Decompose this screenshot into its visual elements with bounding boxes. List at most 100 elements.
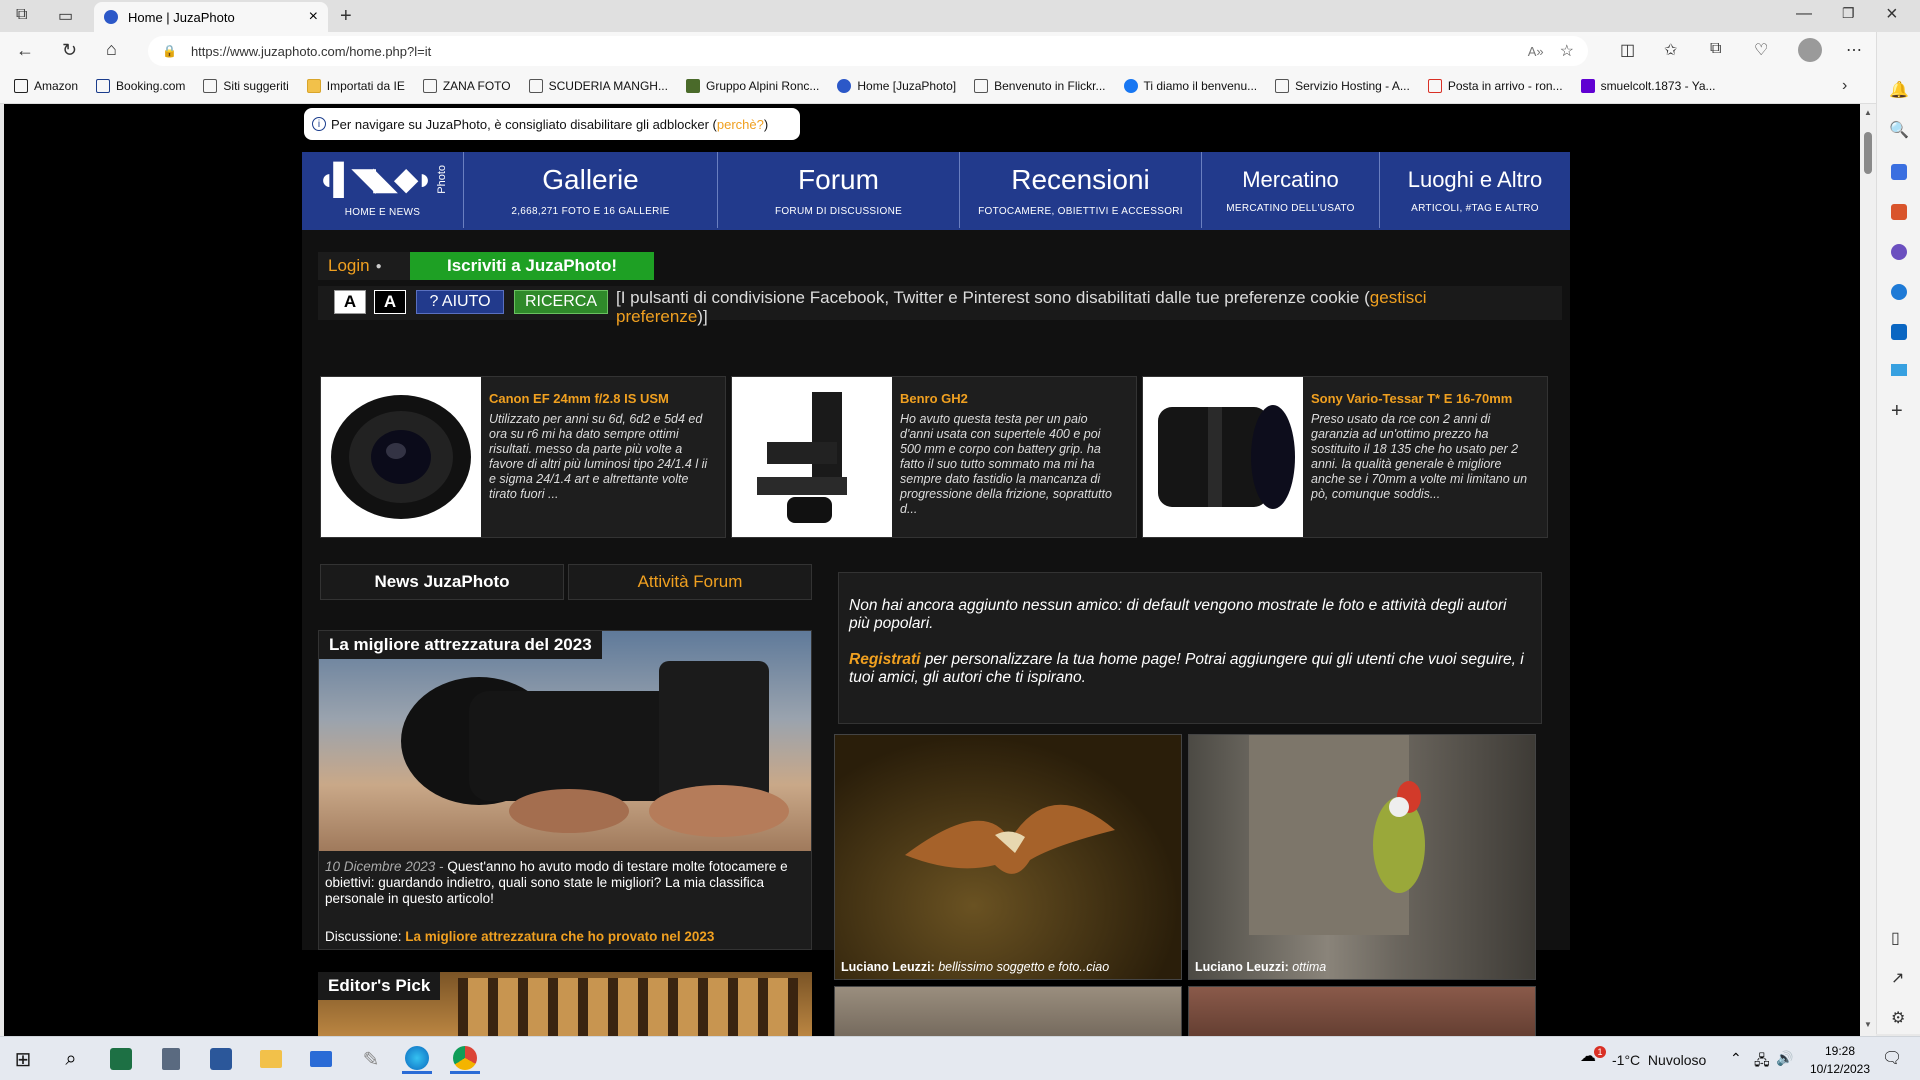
bookmark-amazon[interactable]: Amazon [14, 79, 78, 93]
cookie-manage-link[interactable]: gestisci [1370, 288, 1427, 307]
adblock-why-link[interactable]: perchè? [717, 117, 764, 132]
photo-tile[interactable]: Luciano Leuzzi: bellissimo soggetto e fo… [834, 734, 1182, 980]
nav-gallerie[interactable]: Gallerie 2,668,271 FOTO E 16 GALLERIE [464, 152, 718, 228]
bookmark-yahoo[interactable]: smuelcolt.1873 - Ya... [1580, 79, 1716, 93]
network-icon[interactable]: 🖧 [1754, 1050, 1770, 1074]
sidebar-settings-gear-icon[interactable]: ⚙ [1891, 1008, 1905, 1028]
scroll-up-icon[interactable]: ▲ [1864, 108, 1872, 117]
photo-tile[interactable]: Luciano Leuzzi: ottima [1188, 734, 1536, 980]
workspaces-icon[interactable]: ⧉ [16, 6, 27, 24]
cookie-preferences-link[interactable]: preferenze [616, 307, 697, 326]
search-button[interactable]: RICERCA [514, 290, 608, 314]
review-title[interactable]: Sony Vario-Tessar T* E 16-70mm [1311, 391, 1533, 406]
discussion-link[interactable]: La migliore attrezzatura che ho provato … [405, 929, 714, 944]
microsoft365-icon[interactable] [1891, 284, 1907, 300]
read-aloud-icon[interactable]: A» [1528, 44, 1544, 59]
add-sidebar-app-icon[interactable]: + [1891, 400, 1903, 423]
send-icon[interactable] [1891, 364, 1907, 376]
clock-time[interactable]: 19:28 [1812, 1044, 1868, 1058]
scroll-down-icon[interactable]: ▼ [1864, 1020, 1872, 1029]
file-explorer-icon[interactable] [260, 1050, 282, 1068]
feather-app-icon[interactable]: ✎ [356, 1044, 386, 1074]
calculator-icon[interactable] [162, 1048, 180, 1070]
windows-start-icon[interactable]: ⊞ [8, 1044, 38, 1074]
photo-tile[interactable] [834, 986, 1182, 1036]
sidebar-search-icon[interactable]: 🔍 [1889, 120, 1909, 140]
edge-icon[interactable] [405, 1045, 429, 1070]
review-title[interactable]: Canon EF 24mm f/2.8 IS USM [489, 391, 711, 406]
tab-news[interactable]: News JuzaPhoto [320, 564, 564, 600]
notification-center-icon[interactable]: 🗨 [1882, 1048, 1902, 1068]
bookmark-facebook[interactable]: Ti diamo il benvenu... [1123, 79, 1257, 93]
bookmark-hosting[interactable]: Servizio Hosting - A... [1275, 79, 1410, 93]
home-icon[interactable]: ⌂ [106, 39, 117, 60]
tab-actions-icon[interactable]: ▭ [58, 6, 73, 26]
bookmark-scuderia[interactable]: SCUDERIA MANGH... [528, 79, 668, 93]
more-menu-icon[interactable]: ⋯ [1846, 40, 1862, 60]
back-icon[interactable]: ← [16, 40, 34, 61]
tab-forum-activity[interactable]: Attività Forum [568, 564, 812, 600]
nav-home[interactable]: ◖▌◥◣◆◗ Photo HOME E NEWS [302, 152, 464, 228]
browser-tab-active[interactable]: Home | JuzaPhoto × [94, 2, 328, 32]
photo-tile[interactable] [1188, 986, 1536, 1036]
lock-icon[interactable]: 🔒 [162, 44, 177, 58]
favorite-star-icon[interactable]: ☆ [1560, 41, 1574, 61]
bookmarks-overflow-chevron-icon[interactable]: › [1842, 77, 1847, 95]
profile-avatar[interactable] [1798, 38, 1822, 62]
volume-icon[interactable]: 🔊 [1776, 1050, 1793, 1067]
browser-essentials-icon[interactable]: ♡ [1754, 40, 1768, 60]
restore-icon[interactable]: ❐ [1842, 5, 1855, 22]
bookmark-gruppo-alpini[interactable]: Gruppo Alpini Ronc... [685, 79, 819, 93]
news-title[interactable]: La migliore attrezzatura del 2023 [319, 631, 602, 659]
nav-mercatino[interactable]: Mercatino MERCATINO DELL'USATO [1202, 152, 1380, 228]
excel-icon[interactable] [110, 1048, 132, 1070]
favorites-icon[interactable]: ✩ [1664, 40, 1677, 60]
outlook-icon[interactable] [1891, 324, 1907, 340]
taskbar-search-icon[interactable]: ⌕ [56, 1044, 86, 1074]
tools-icon[interactable] [1891, 204, 1907, 220]
clock-date[interactable]: 10/12/2023 [1806, 1062, 1874, 1076]
refresh-icon[interactable]: ↻ [62, 40, 77, 61]
weather-text[interactable]: -1°C Nuvoloso [1612, 1052, 1706, 1068]
sidebar-layout-icon[interactable]: ▯ [1891, 928, 1900, 948]
split-screen-icon[interactable]: ◫ [1620, 40, 1635, 60]
help-button[interactable]: ? AIUTO [416, 290, 504, 314]
minimize-icon[interactable]: — [1796, 5, 1812, 23]
url-field[interactable]: 🔒 https://www.juzaphoto.com/home.php?l=i… [148, 36, 1588, 66]
review-card[interactable]: Benro GH2 Ho avuto questa testa per un pa… [731, 376, 1137, 538]
shopping-icon[interactable] [1891, 164, 1907, 180]
window-close-icon[interactable]: × [1886, 3, 1898, 26]
scroll-thumb[interactable] [1864, 132, 1872, 174]
bookmark-flickr[interactable]: Benvenuto in Flickr... [974, 79, 1106, 93]
nav-recensioni[interactable]: Recensioni FOTOCAMERE, OBIETTIVI E ACCESS… [960, 152, 1202, 228]
new-tab-icon[interactable]: + [340, 5, 352, 28]
notifications-icon[interactable]: 🔔 [1889, 80, 1909, 100]
tab-close-icon[interactable]: × [309, 8, 318, 26]
chrome-icon[interactable] [453, 1045, 477, 1070]
font-normal-button[interactable]: A [334, 290, 366, 314]
review-card[interactable]: Canon EF 24mm f/2.8 IS USM Utilizzato per… [320, 376, 726, 538]
mail-icon[interactable] [310, 1051, 332, 1067]
news-card[interactable]: La migliore attrezzatura del 2023 10 Dic… [318, 630, 812, 950]
bookmark-booking[interactable]: Booking.com [96, 79, 185, 93]
review-title[interactable]: Benro GH2 [900, 391, 1122, 406]
editors-pick-card[interactable]: Editor's Pick [318, 972, 812, 1036]
tray-chevron-icon[interactable]: ⌃ [1730, 1050, 1742, 1067]
games-icon[interactable] [1891, 244, 1907, 260]
register-link[interactable]: Registrati [849, 651, 921, 668]
font-contrast-button[interactable]: A [374, 290, 406, 314]
external-link-icon[interactable]: ↗ [1891, 968, 1904, 988]
login-button[interactable]: Login ● [318, 252, 414, 280]
word-icon[interactable] [210, 1048, 232, 1070]
bookmark-zana-foto[interactable]: ZANA FOTO [422, 79, 511, 93]
bookmark-siti-suggeriti[interactable]: Siti suggeriti [203, 79, 289, 93]
photo-author[interactable]: Luciano Leuzzi: [1195, 960, 1289, 974]
review-card[interactable]: Sony Vario-Tessar T* E 16-70mm Preso usat… [1142, 376, 1548, 538]
collections-icon[interactable]: ⧉ [1710, 40, 1721, 58]
photo-author[interactable]: Luciano Leuzzi: [841, 960, 935, 974]
signup-button[interactable]: Iscriviti a JuzaPhoto! [410, 252, 654, 280]
page-scrollbar[interactable]: ▲ ▼ [1860, 104, 1876, 1036]
nav-forum[interactable]: Forum FORUM DI DISCUSSIONE [718, 152, 960, 228]
nav-luoghi[interactable]: Luoghi e Altro ARTICOLI, #TAG E ALTRO [1380, 152, 1570, 228]
bookmark-juzaphoto[interactable]: Home [JuzaPhoto] [837, 79, 956, 93]
